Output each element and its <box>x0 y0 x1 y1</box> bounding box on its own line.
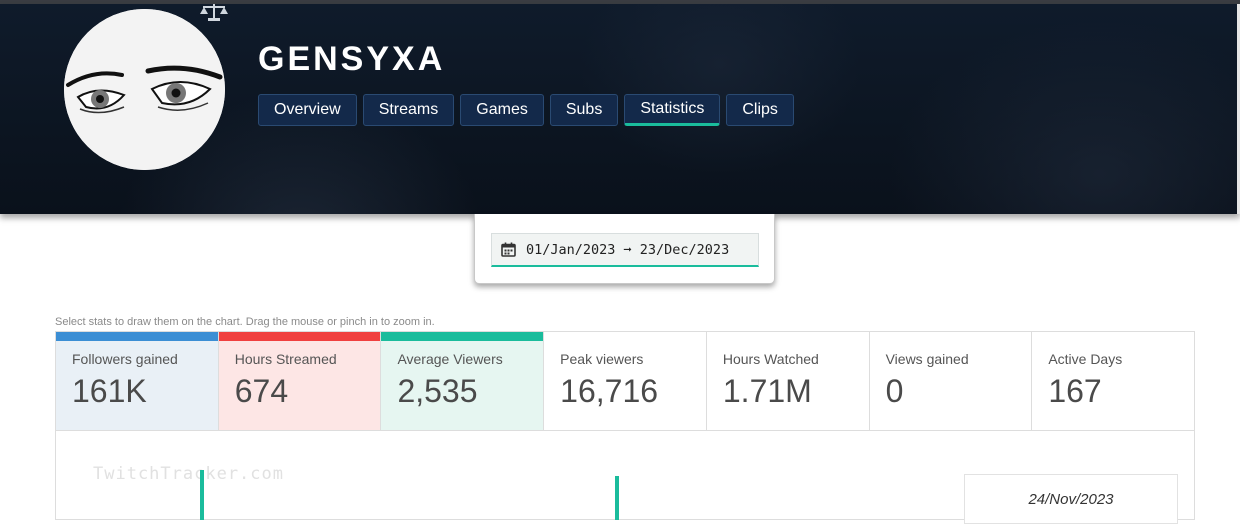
stat-value: 0 <box>885 373 904 409</box>
chart-series-line <box>200 470 204 520</box>
stat-label: Hours Watched <box>722 351 819 367</box>
tab-clips[interactable]: Clips <box>726 94 794 126</box>
chart-hint: Select stats to draw them on the chart. … <box>55 316 435 328</box>
scale-icon <box>200 4 228 21</box>
stat-label: Active Days <box>1048 351 1123 367</box>
tooltip-date: 24/Nov/2023 <box>1028 491 1114 508</box>
stat-label: Views gained <box>885 351 969 367</box>
stat-value: 674 <box>234 373 289 409</box>
tab-streams[interactable]: Streams <box>362 94 455 126</box>
stat-views-gained[interactable]: Views gained 0 <box>869 332 1033 430</box>
tab-overview[interactable]: Overview <box>258 94 357 126</box>
date-range-input[interactable]: 01/Jan/2023 ➞ 23/Dec/2023 <box>491 233 759 267</box>
stat-hours-watched[interactable]: Hours Watched 1.71M <box>706 332 870 430</box>
stat-color-bar <box>218 332 381 341</box>
channel-avatar[interactable] <box>64 9 225 170</box>
stat-active-days[interactable]: Active Days 167 <box>1032 332 1195 430</box>
stats-row: Followers gained 161K Hours Streamed 674… <box>55 331 1195 431</box>
stat-value: 16,716 <box>560 373 659 409</box>
stat-label: Average Viewers <box>397 351 503 367</box>
tab-subs[interactable]: Subs <box>549 94 619 126</box>
stat-value: 161K <box>72 373 147 409</box>
stat-value: 1.71M <box>722 373 812 409</box>
stat-color-bar <box>381 332 544 341</box>
date-range-panel: 01/Jan/2023 ➞ 23/Dec/2023 <box>474 214 775 284</box>
stat-label: Peak viewers <box>560 351 644 367</box>
channel-tabs: Overview Streams Games Subs Statistics C… <box>258 94 794 126</box>
stat-color-bar <box>56 332 218 341</box>
stat-hours-streamed[interactable]: Hours Streamed 674 <box>218 332 382 430</box>
chart-watermark: TwitchTracker.com <box>93 464 284 484</box>
avatar-eyes-illustration <box>64 9 225 170</box>
date-range-value: 01/Jan/2023 ➞ 23/Dec/2023 <box>526 241 730 258</box>
stats-chart[interactable]: TwitchTracker.com 24/Nov/2023 <box>55 430 1195 524</box>
channel-name: GENSYXA <box>258 40 446 78</box>
stat-label: Followers gained <box>72 351 178 367</box>
chart-series-line <box>615 476 619 520</box>
stat-peak-viewers[interactable]: Peak viewers 16,716 <box>544 332 707 430</box>
stat-value: 167 <box>1048 373 1102 409</box>
stat-label: Hours Streamed <box>234 351 337 367</box>
stat-value: 2,535 <box>397 373 478 409</box>
stat-average-viewers[interactable]: Average Viewers 2,535 <box>381 332 545 430</box>
tab-statistics[interactable]: Statistics <box>624 94 721 126</box>
calendar-icon <box>501 242 516 257</box>
stat-followers-gained[interactable]: Followers gained 161K <box>56 332 219 430</box>
tab-games[interactable]: Games <box>460 94 544 126</box>
